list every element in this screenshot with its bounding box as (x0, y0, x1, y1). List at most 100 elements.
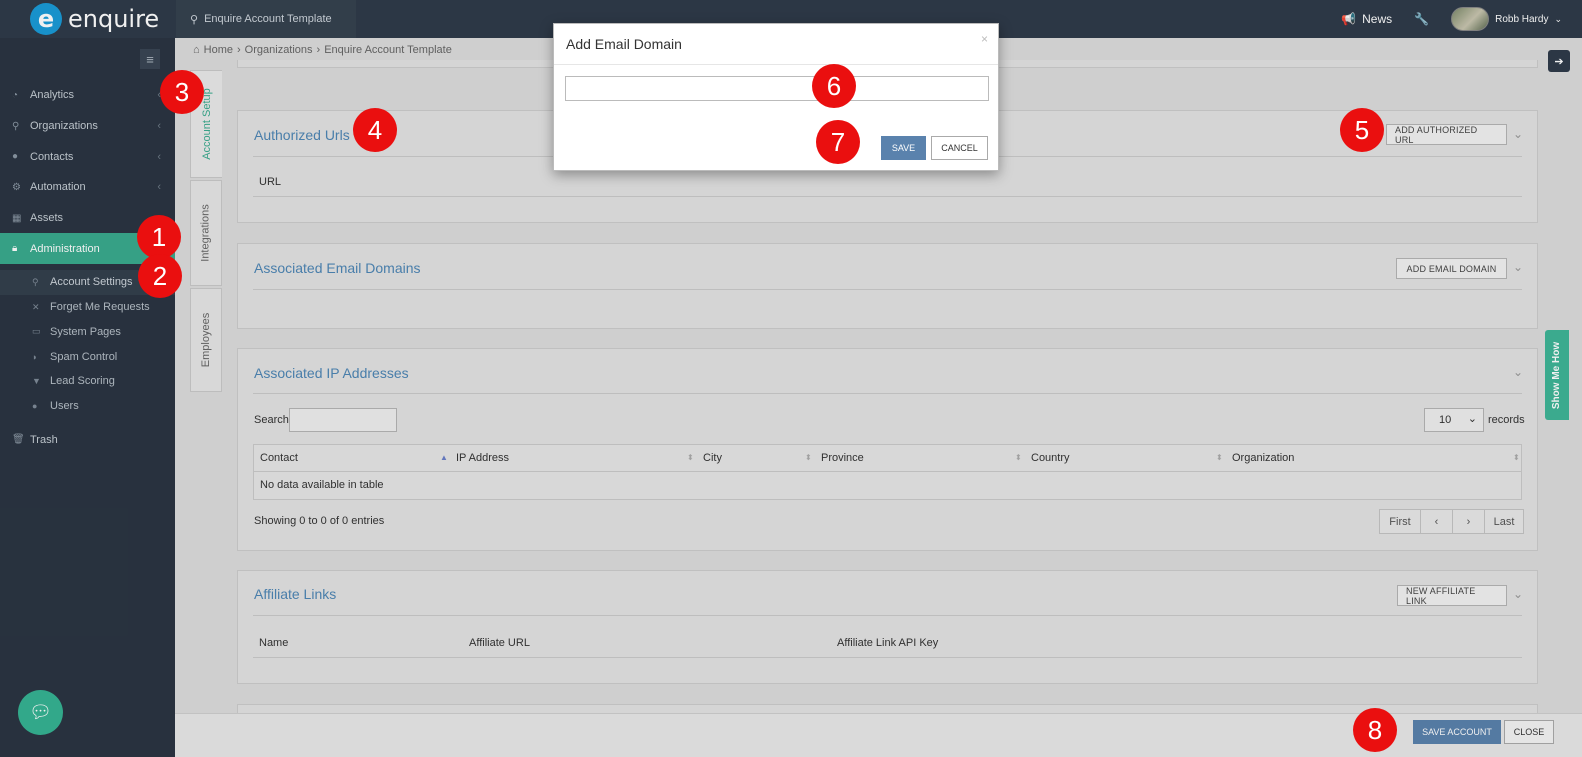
column-header-affiliate-url[interactable]: Affiliate URL (469, 637, 530, 649)
show-me-how-tab[interactable]: Show Me How (1545, 330, 1569, 420)
subnav-item-forget-me-requests[interactable]: ✕ Forget Me Requests (0, 295, 175, 320)
sidebar-item-trash[interactable]: 🗑︎ Trash (0, 424, 175, 455)
logo-mark-icon: e (30, 3, 62, 35)
callout-8: 8 (1353, 708, 1397, 752)
tab-integrations[interactable]: Integrations (190, 180, 222, 286)
panel-ip-addresses: Associated IP Addresses ⌄ Search: 10 ⌄ r… (237, 348, 1538, 551)
column-header-name[interactable]: Name (259, 637, 288, 649)
sidebar-item-label: Contacts (30, 150, 74, 163)
add-authorized-url-button[interactable]: ADD AUTHORIZED URL (1386, 124, 1507, 145)
sidebar-item-contacts[interactable]: ● Contacts ‹ (0, 141, 175, 172)
column-header-api-key[interactable]: Affiliate Link API Key (837, 637, 938, 649)
sort-icon: ⬍ (1015, 453, 1022, 462)
tab-employees[interactable]: Employees (190, 288, 222, 392)
avatar (1451, 7, 1490, 31)
empty-message: No data available in table (260, 479, 384, 491)
panel-title: Associated IP Addresses (254, 365, 409, 381)
pager-next[interactable]: › (1453, 510, 1485, 533)
pager-last[interactable]: Last (1485, 510, 1523, 533)
column-header-organization[interactable]: Organization (1232, 452, 1294, 464)
chevron-down-icon[interactable]: ⌄ (1513, 587, 1523, 601)
dashboard-icon: ◔ (12, 89, 19, 101)
settings-button[interactable]: 🔧 (1414, 12, 1429, 26)
chevron-left-icon: ‹ (157, 150, 161, 163)
column-header-ip-address[interactable]: IP Address (456, 452, 509, 464)
close-button[interactable]: CLOSE (1504, 720, 1554, 744)
show-me-how-label: Show Me How (1551, 341, 1563, 409)
column-header-province[interactable]: Province (821, 452, 864, 464)
sort-asc-icon: ▲ (440, 453, 448, 462)
chat-bubble-icon[interactable]: 💬︎ (18, 690, 63, 735)
pager-first[interactable]: First (1380, 510, 1421, 533)
subnav-item-users[interactable]: ● Users (0, 394, 175, 419)
divider (253, 393, 1522, 394)
hamburger-menu-icon[interactable]: ≡ (140, 49, 160, 69)
ip-addresses-table: Contact ▲ IP Address ⬍ City ⬍ Province ⬍… (253, 444, 1522, 500)
breadcrumb-separator: › (316, 44, 321, 56)
sidebar-item-label: Trash (30, 433, 58, 446)
column-header-contact[interactable]: Contact (260, 452, 298, 464)
sitemap-icon: ⚲ (190, 13, 199, 26)
subnav-item-label: Account Settings (50, 276, 133, 289)
tab-label: Enquire Account Template (204, 13, 332, 25)
sitemap-icon: ⚲ (12, 120, 20, 132)
subnav-item-lead-scoring[interactable]: ▼ Lead Scoring (0, 369, 175, 394)
subnav-item-system-pages[interactable]: ▭ System Pages (0, 320, 175, 345)
callout-2: 2 (138, 254, 182, 298)
tab-enquire-account-template[interactable]: ⚲ Enquire Account Template (176, 0, 356, 38)
breadcrumb-home[interactable]: Home (204, 44, 233, 56)
sidebar-item-automation[interactable]: ⚙ Automation ‹ (0, 172, 175, 203)
chevron-down-icon: ⌄ (1467, 413, 1477, 425)
divider (253, 289, 1522, 290)
new-affiliate-link-button[interactable]: NEW AFFILIATE LINK (1397, 585, 1507, 606)
divider (253, 196, 1522, 197)
tab-label: Employees (200, 312, 213, 368)
callout-7: 7 (816, 120, 860, 164)
panel-email-domains: Associated Email Domains ADD EMAIL DOMAI… (237, 243, 1538, 329)
divider (253, 657, 1522, 658)
close-icon[interactable]: × (981, 32, 988, 46)
modal-title: Add Email Domain (566, 36, 682, 52)
sidebar-item-analytics[interactable]: ◔ Analytics ‹ (0, 80, 175, 111)
user-icon: ● (32, 400, 38, 411)
sidebar-item-label: Organizations (30, 120, 98, 133)
column-header-url[interactable]: URL (259, 176, 281, 188)
chevron-down-icon[interactable]: ⌄ (1513, 365, 1523, 379)
column-header-country[interactable]: Country (1031, 452, 1070, 464)
search-input[interactable] (289, 408, 397, 432)
table-header: Contact ▲ IP Address ⬍ City ⬍ Province ⬍… (254, 445, 1521, 472)
news-button[interactable]: 📢 News (1341, 12, 1392, 26)
pager-prev[interactable]: ‹ (1421, 510, 1453, 533)
divider (554, 64, 998, 65)
chevron-down-icon[interactable]: ⌄ (1513, 127, 1523, 141)
sidebar-item-label: Analytics (30, 89, 75, 102)
add-email-domain-modal: Add Email Domain × SAVE CANCEL (553, 23, 999, 171)
megaphone-icon: 📢 (1341, 12, 1357, 26)
sidebar-item-organizations[interactable]: ⚲ Organizations ‹ (0, 111, 175, 142)
breadcrumb: ⌂ Home › Organizations › Enquire Account… (193, 44, 452, 56)
modal-cancel-button[interactable]: CANCEL (931, 136, 988, 160)
shield-icon: ◗ (32, 351, 38, 362)
user-menu[interactable]: Robb Hardy ⌄ (1451, 7, 1562, 31)
modal-save-button[interactable]: SAVE (881, 136, 926, 160)
subnav-item-label: Spam Control (50, 350, 118, 363)
user-x-icon: ✕ (32, 301, 40, 312)
add-email-domain-button[interactable]: ADD EMAIL DOMAIN (1396, 258, 1507, 279)
home-icon: ⌂ (193, 44, 200, 56)
tab-label: Integrations (200, 204, 213, 262)
sort-icon: ⬍ (1513, 453, 1520, 462)
panel-title: Associated Email Domains (254, 260, 421, 276)
collapse-arrow-icon[interactable]: ➔ (1548, 50, 1570, 72)
logo-text: enquire (68, 5, 160, 33)
enquire-logo[interactable]: e enquire (30, 2, 159, 36)
sidebar-item-label: Automation (30, 181, 86, 194)
breadcrumb-organizations[interactable]: Organizations (245, 44, 313, 56)
wrench-icon: 🔧 (1414, 12, 1430, 26)
divider (253, 615, 1522, 616)
save-account-button[interactable]: SAVE ACCOUNT (1413, 720, 1501, 744)
chevron-down-icon[interactable]: ⌄ (1513, 260, 1523, 274)
email-domain-input[interactable] (565, 76, 989, 101)
page-size-select[interactable]: 10 ⌄ (1424, 408, 1484, 432)
subnav-item-spam-control[interactable]: ◗ Spam Control (0, 344, 175, 369)
column-header-city[interactable]: City (703, 452, 722, 464)
